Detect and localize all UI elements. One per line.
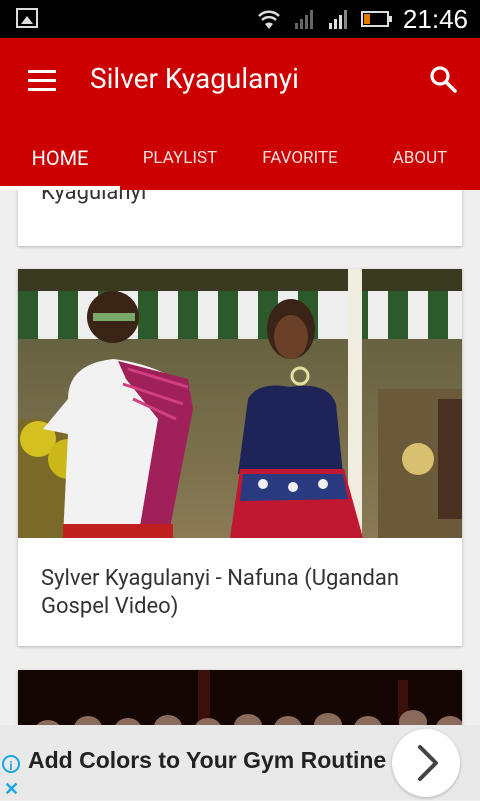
ad-open-button[interactable]: [392, 729, 460, 797]
menu-icon[interactable]: [28, 70, 56, 92]
signal-1-icon: [294, 10, 313, 29]
ad-banner[interactable]: i ✕ Add Colors to Your Gym Routine: [0, 725, 480, 800]
app-title: Silver Kyagulanyi: [90, 62, 299, 95]
clock: 21:46: [402, 3, 468, 34]
tab-playlist[interactable]: PLAYLIST: [120, 136, 240, 188]
info-icon[interactable]: i: [2, 755, 20, 773]
tab-favorite[interactable]: FAVORITE: [240, 136, 360, 188]
video-thumbnail[interactable]: [18, 670, 462, 725]
tab-about[interactable]: ABOUT: [360, 136, 480, 188]
battery-icon: [360, 11, 392, 27]
video-card[interactable]: [18, 670, 462, 725]
video-list[interactable]: Kyagulanyi Sylver Kyagulanyi - Nafuna (U…: [0, 190, 480, 725]
wifi-icon: [258, 10, 280, 29]
video-card[interactable]: Sylver Kyagulanyi - Nafuna (Ugandan Gosp…: [18, 269, 462, 646]
video-title: Kyagulanyi: [41, 190, 147, 205]
ad-text[interactable]: Add Colors to Your Gym Routine: [28, 747, 386, 774]
app-bar: Silver Kyagulanyi HOME PLAYLIST FAVORITE…: [0, 38, 480, 190]
chevron-right-icon: [418, 745, 438, 781]
tab-home[interactable]: HOME: [0, 136, 120, 188]
video-thumbnail[interactable]: [18, 269, 462, 538]
close-icon[interactable]: ✕: [4, 779, 19, 800]
signal-2-icon: [328, 10, 347, 29]
video-card[interactable]: Kyagulanyi: [18, 190, 462, 246]
image-notification-icon: [16, 8, 38, 28]
tab-bar: HOME PLAYLIST FAVORITE ABOUT: [0, 136, 480, 190]
status-bar: 21:46: [0, 0, 480, 38]
video-title: Sylver Kyagulanyi - Nafuna (Ugandan Gosp…: [41, 566, 400, 619]
search-icon[interactable]: [428, 64, 458, 94]
